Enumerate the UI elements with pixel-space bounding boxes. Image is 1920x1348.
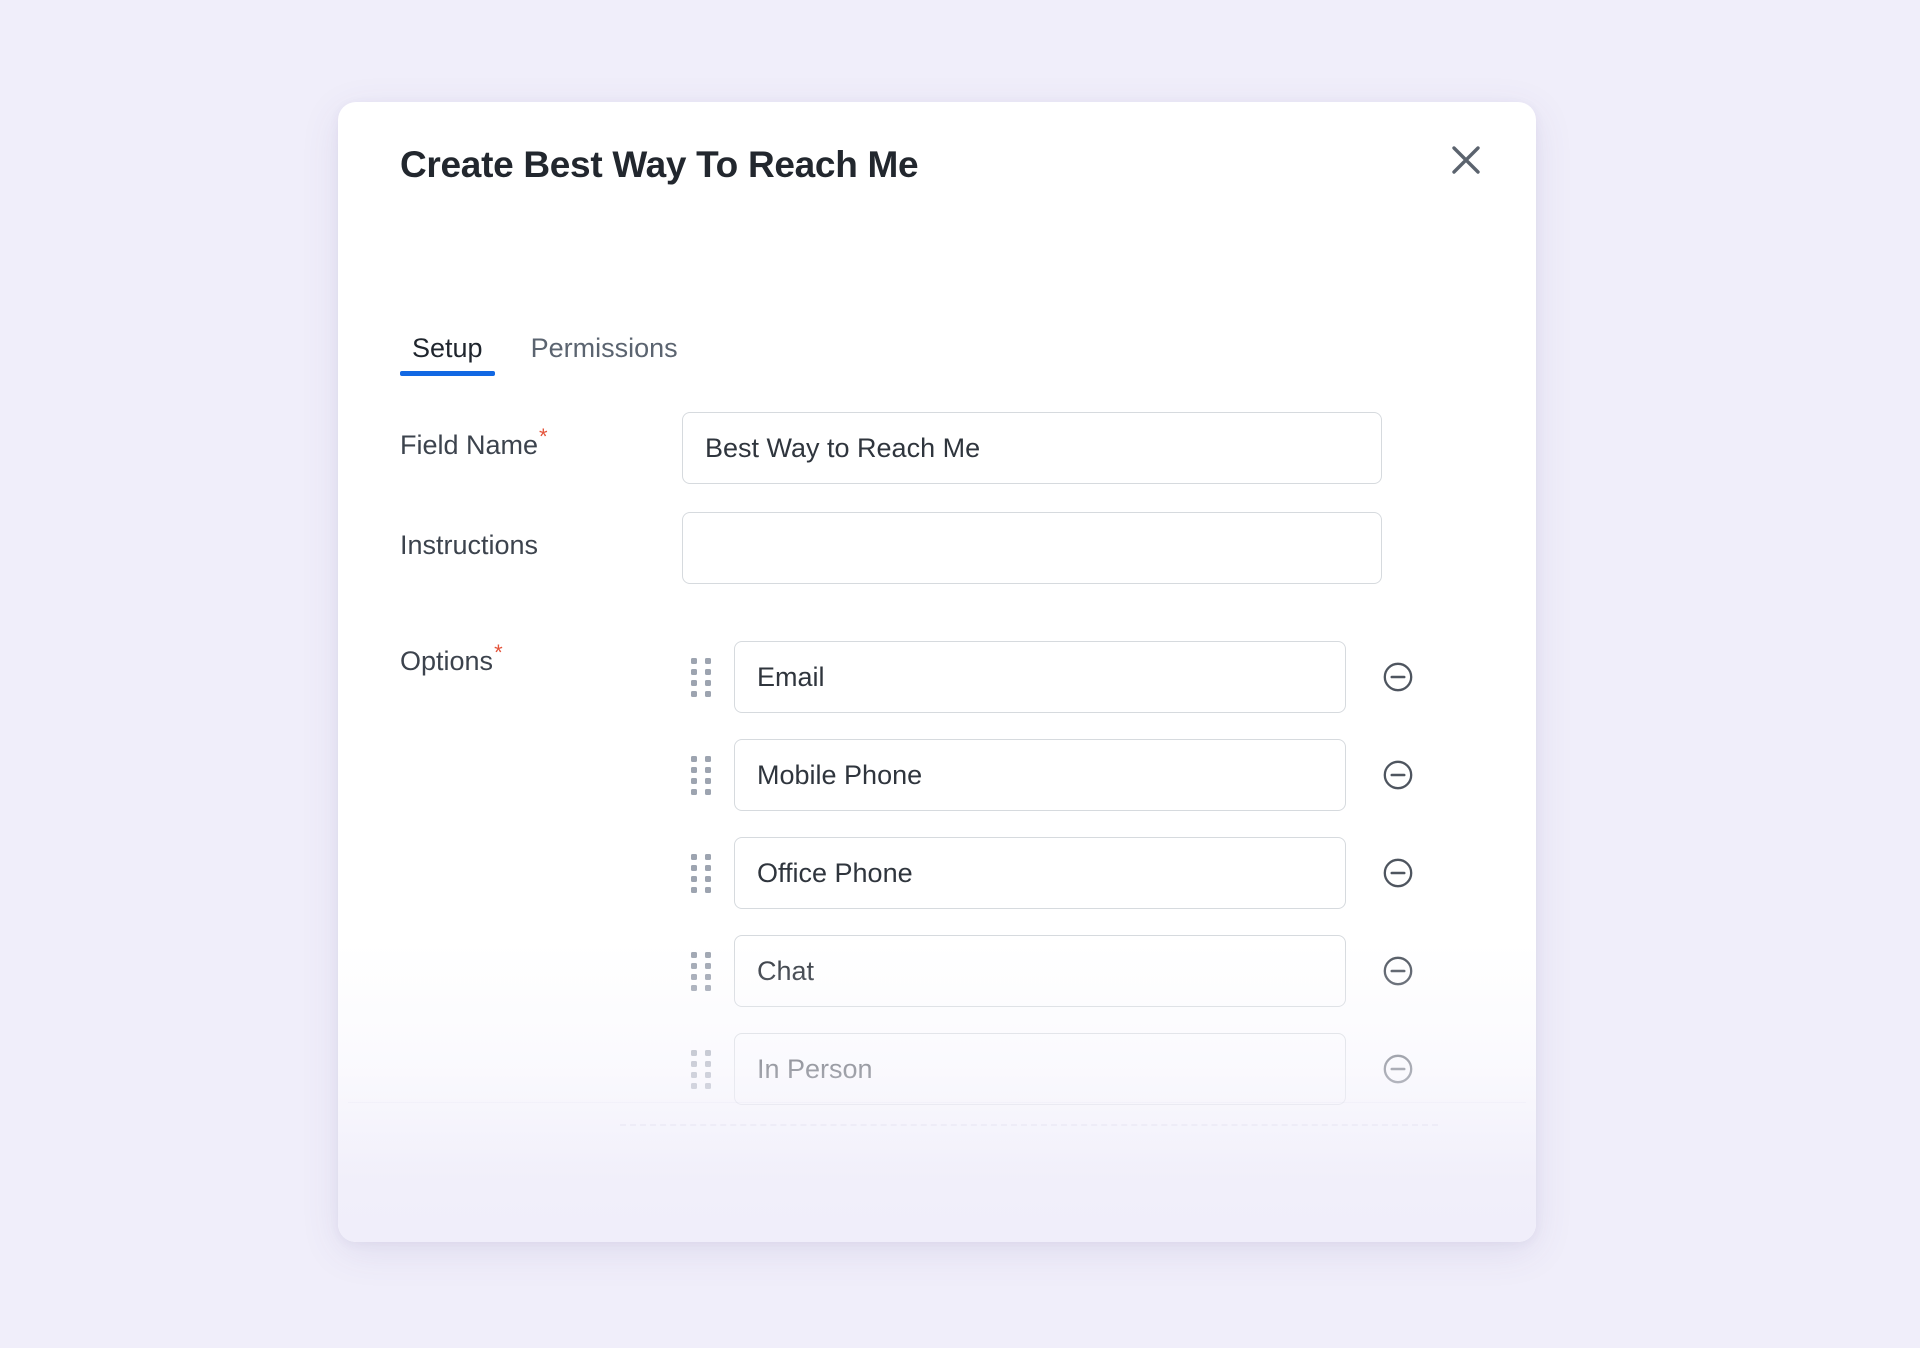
tab-setup-label: Setup bbox=[412, 333, 483, 363]
option-row bbox=[682, 628, 1536, 726]
drag-handle-icon[interactable] bbox=[682, 949, 720, 993]
remove-option-button[interactable] bbox=[1372, 847, 1424, 899]
setup-form: Field Name* Instructions Options* bbox=[338, 412, 1536, 1118]
option-row bbox=[682, 824, 1536, 922]
options-label-text: Options bbox=[400, 646, 494, 676]
dialog-title: Create Best Way To Reach Me bbox=[400, 144, 919, 185]
option-input[interactable] bbox=[734, 837, 1346, 909]
drag-handle-icon[interactable] bbox=[682, 1047, 720, 1091]
required-asterisk: * bbox=[539, 424, 548, 449]
field-name-label: Field Name* bbox=[400, 412, 682, 461]
drag-handle-icon[interactable] bbox=[682, 753, 720, 797]
options-control bbox=[682, 628, 1536, 1118]
remove-circle-icon bbox=[1381, 758, 1415, 792]
options-label: Options* bbox=[400, 628, 682, 677]
field-name-label-text: Field Name bbox=[400, 430, 539, 460]
option-input[interactable] bbox=[734, 935, 1346, 1007]
options-list bbox=[682, 628, 1536, 1118]
remove-option-button[interactable] bbox=[1372, 749, 1424, 801]
field-name-control bbox=[682, 412, 1536, 484]
tab-permissions[interactable]: Permissions bbox=[519, 335, 690, 376]
option-row bbox=[682, 922, 1536, 1020]
remove-option-button[interactable] bbox=[1372, 945, 1424, 997]
option-input[interactable] bbox=[734, 641, 1346, 713]
option-input[interactable] bbox=[734, 739, 1346, 811]
remove-option-button[interactable] bbox=[1372, 651, 1424, 703]
add-option-placeholder bbox=[620, 1124, 1438, 1126]
instructions-input[interactable] bbox=[682, 512, 1382, 584]
tab-bar: Setup Permissions bbox=[400, 324, 1450, 384]
form-row-instructions: Instructions bbox=[338, 512, 1536, 584]
remove-option-button[interactable] bbox=[1372, 1043, 1424, 1095]
required-asterisk: * bbox=[494, 640, 503, 665]
form-row-options: Options* bbox=[338, 628, 1536, 1118]
tab-permissions-label: Permissions bbox=[530, 333, 678, 363]
dialog-header: Create Best Way To Reach Me bbox=[338, 102, 1536, 242]
list-divider bbox=[348, 1102, 1526, 1103]
option-input[interactable] bbox=[734, 1033, 1346, 1105]
instructions-control bbox=[682, 512, 1536, 584]
close-button[interactable] bbox=[1440, 134, 1492, 186]
remove-circle-icon bbox=[1381, 856, 1415, 890]
remove-circle-icon bbox=[1381, 954, 1415, 988]
field-name-input[interactable] bbox=[682, 412, 1382, 484]
instructions-label: Instructions bbox=[400, 530, 539, 560]
option-row bbox=[682, 726, 1536, 824]
remove-circle-icon bbox=[1381, 1052, 1415, 1086]
drag-handle-icon[interactable] bbox=[682, 655, 720, 699]
option-row bbox=[682, 1020, 1536, 1118]
drag-handle-icon[interactable] bbox=[682, 851, 720, 895]
close-icon bbox=[1449, 143, 1483, 177]
create-field-dialog: Create Best Way To Reach Me Setup Permis… bbox=[338, 102, 1536, 1242]
tab-setup[interactable]: Setup bbox=[400, 335, 495, 376]
remove-circle-icon bbox=[1381, 660, 1415, 694]
form-row-field-name: Field Name* bbox=[338, 412, 1536, 484]
